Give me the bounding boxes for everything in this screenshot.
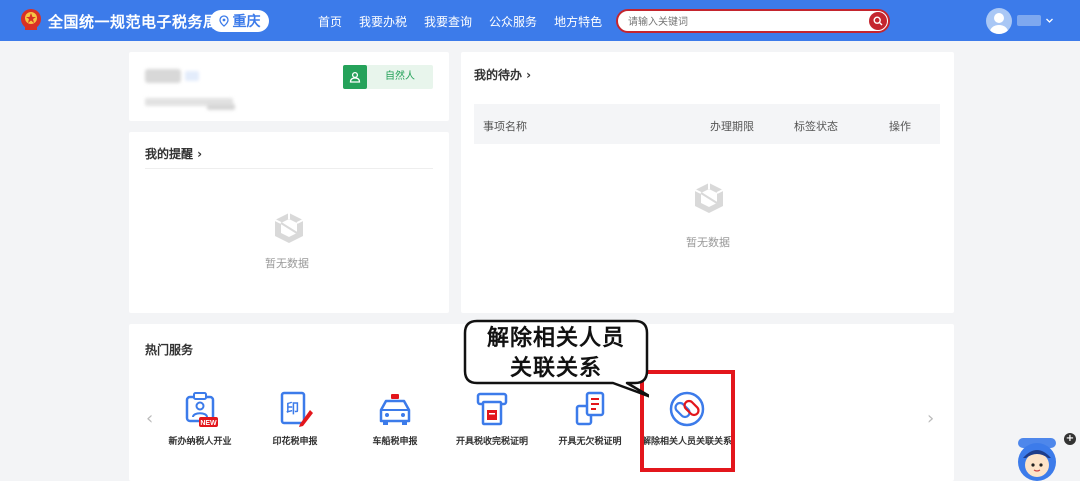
nav-query[interactable]: 我要查询 <box>424 13 472 30</box>
search-button[interactable] <box>869 12 887 30</box>
search-icon <box>873 16 883 26</box>
callout-line-1: 解除相关人员 <box>486 326 625 351</box>
service-tax-payment-certificate[interactable]: 开具税收完税证明 <box>447 388 537 468</box>
col-item-name: 事项名称 <box>483 120 527 133</box>
prev-arrow-button[interactable]: ‹ <box>146 408 153 429</box>
assistant-mascot-icon[interactable] <box>1014 436 1060 481</box>
reminders-empty-text: 暂无数据 <box>265 257 309 270</box>
search-input[interactable] <box>628 14 858 30</box>
site-title[interactable]: 全国统一规范电子税务局 <box>48 11 219 32</box>
tax-emblem-icon <box>21 9 41 30</box>
todo-table-header: 事项名称 办理期限 标签状态 操作 <box>474 104 940 144</box>
service-label: 开具税收完税证明 <box>455 437 528 447</box>
service-no-arrears-certificate[interactable]: 开具无欠税证明 <box>545 388 635 468</box>
stamp-tax-icon: 印 <box>280 391 313 427</box>
new-taxpayer-icon: NEW <box>185 392 218 427</box>
assistant-expand-button[interactable]: + <box>1064 433 1076 445</box>
user-name-redacted-suffix <box>185 71 199 81</box>
vehicle-tax-icon <box>379 394 411 425</box>
service-label: 开具无欠税证明 <box>558 437 622 447</box>
user-name-redacted <box>145 69 181 83</box>
reminders-card: 我的提醒 › 暂无数据 <box>129 132 449 313</box>
region-selector[interactable]: 重庆 <box>210 10 269 32</box>
highlight-box <box>640 370 735 472</box>
service-new-taxpayer[interactable]: NEW 新办纳税人开业 <box>155 388 245 468</box>
person-icon <box>343 65 367 89</box>
service-stamp-tax[interactable]: 印 印花税申报 <box>250 388 340 468</box>
empty-box-icon <box>274 213 304 243</box>
callout-text: 解除相关人员 关联关系 <box>463 319 649 384</box>
user-avatar-icon <box>990 13 1008 34</box>
user-id-redacted-suffix <box>207 104 235 110</box>
empty-box-icon <box>694 183 724 213</box>
todo-card: 我的待办 › 事项名称 办理期限 标签状态 操作 暂无数据 <box>461 52 954 313</box>
divider <box>145 168 433 169</box>
todo-title[interactable]: 我的待办 › <box>474 66 531 83</box>
chevron-down-icon[interactable] <box>1045 16 1054 25</box>
username-blurred[interactable] <box>1017 15 1041 26</box>
nav-home[interactable]: 首页 <box>318 13 342 30</box>
col-deadline: 办理期限 <box>710 120 754 133</box>
service-label: 新办纳税人开业 <box>168 437 232 447</box>
col-tag-status: 标签状态 <box>794 120 838 133</box>
service-label: 车船税申报 <box>372 437 418 447</box>
taxpayer-type-tag: 自然人 <box>343 65 433 89</box>
region-label: 重庆 <box>232 14 261 30</box>
top-header: 全国统一规范电子税务局 重庆 首页 我要办税 我要查询 公众服务 地方特色 <box>0 0 1080 41</box>
callout-line-2: 关联关系 <box>509 356 602 381</box>
avatar[interactable] <box>986 8 1012 34</box>
service-label: 印花税申报 <box>272 437 318 447</box>
search-box <box>616 9 890 33</box>
todo-empty-text: 暂无数据 <box>686 236 730 249</box>
taxpayer-type-label: 自然人 <box>385 71 415 82</box>
nav-handle-tax[interactable]: 我要办税 <box>359 13 407 30</box>
nav-public-service[interactable]: 公众服务 <box>489 13 537 30</box>
next-arrow-button[interactable]: › <box>927 408 934 429</box>
location-pin-icon <box>218 15 229 27</box>
main-nav: 首页 我要办税 我要查询 公众服务 地方特色 <box>318 13 602 30</box>
new-badge: NEW <box>200 420 217 427</box>
reminders-title[interactable]: 我的提醒 › <box>145 145 202 162</box>
col-actions: 操作 <box>889 120 911 133</box>
svg-text:印: 印 <box>286 402 299 417</box>
hot-services-title: 热门服务 <box>145 343 194 357</box>
nav-local-feature[interactable]: 地方特色 <box>554 13 602 30</box>
service-vehicle-tax[interactable]: 车船税申报 <box>350 388 440 468</box>
